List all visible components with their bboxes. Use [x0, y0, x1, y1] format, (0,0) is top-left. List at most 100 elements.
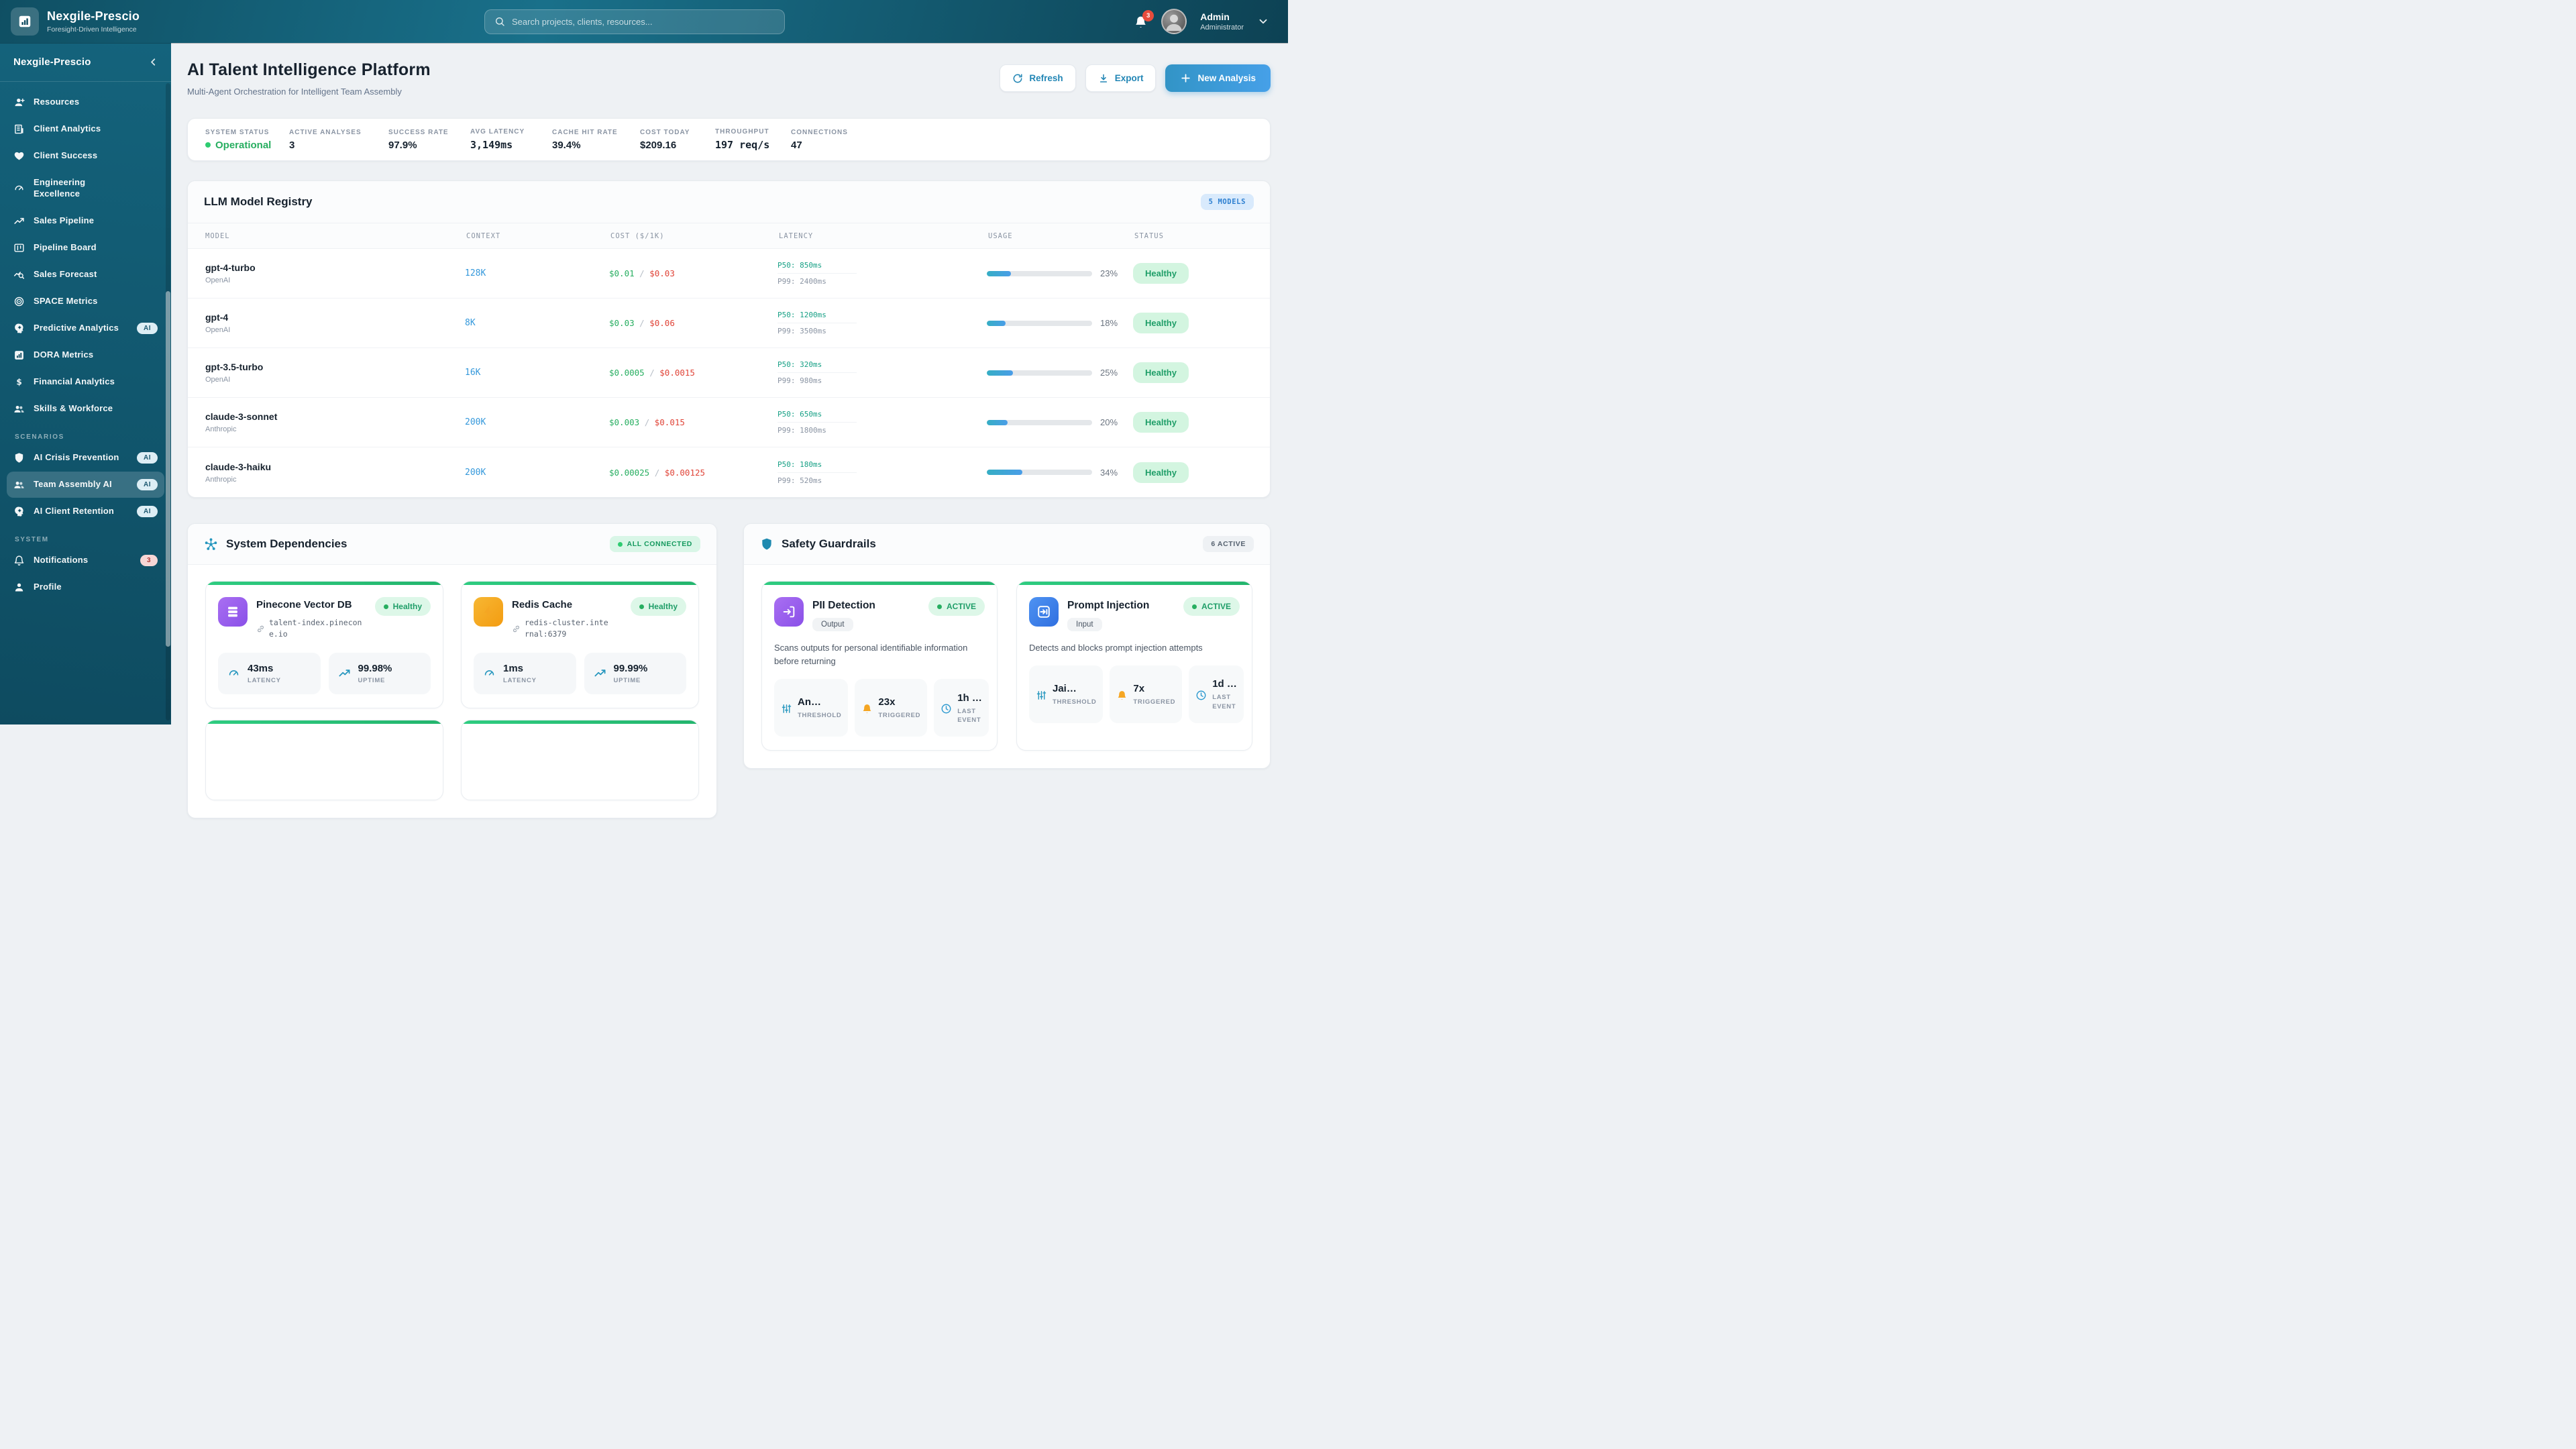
- bolt-icon: [474, 597, 503, 627]
- bell-icon: [13, 555, 25, 566]
- guardrail-name: Prompt Injection: [1067, 600, 1150, 611]
- model-name: claude-3-sonnet: [205, 411, 278, 422]
- triggered-metric: 7x TRIGGERED: [1110, 665, 1183, 724]
- usage-bar: [987, 370, 1092, 376]
- search-input[interactable]: [512, 17, 775, 27]
- status-badge: Healthy: [1133, 313, 1189, 333]
- model-latency: P50: 180ms P99: 520ms: [777, 460, 987, 485]
- trend-up-icon: [338, 667, 351, 680]
- metric-active-analyses: ACTIVE ANALYSES 3: [289, 128, 362, 151]
- model-context: 128K: [465, 268, 486, 278]
- metric-throughput: THROUGHPUT 197 req/s: [715, 128, 770, 151]
- user-info[interactable]: Admin Administrator: [1200, 11, 1244, 32]
- sidebar-item-team-assembly-ai[interactable]: Team Assembly AI AI: [7, 471, 164, 498]
- building-icon: [13, 123, 25, 135]
- active-count-badge: 6 ACTIVE: [1203, 536, 1254, 552]
- users-icon: [13, 403, 25, 415]
- registry-title: LLM Model Registry: [204, 195, 313, 208]
- guardrail-card-pii-detection[interactable]: PII Detection Output ACTIVE Scans output…: [761, 581, 998, 751]
- sidebar-item-predictive-analytics[interactable]: Predictive Analytics AI: [7, 315, 164, 341]
- sidebar-item-sales-pipeline[interactable]: Sales Pipeline: [7, 208, 164, 234]
- sidebar-item-space-metrics[interactable]: SPACE Metrics: [7, 288, 164, 315]
- status-badge: Healthy: [1133, 412, 1189, 433]
- brand-tagline: Foresight-Driven Intelligence: [47, 25, 137, 34]
- ai-head-icon: [13, 506, 25, 517]
- notifications-bell-icon[interactable]: 3: [1134, 9, 1155, 29]
- guardrail-description: Detects and blocks prompt injection atte…: [1029, 643, 1203, 653]
- metric-success-rate: SUCCESS RATE 97.9%: [388, 128, 449, 151]
- dependency-card-redis[interactable]: Redis Cache redis-cluster.internal:6379 …: [461, 581, 699, 708]
- table-row[interactable]: claude-3-sonnet Anthropic 200K $0.003 / $…: [188, 398, 1270, 447]
- sidebar-item-ai-client-retention[interactable]: AI Client Retention AI: [7, 498, 164, 525]
- usage-bar: [987, 320, 1092, 326]
- sidebar-item-profile[interactable]: Profile: [7, 574, 164, 600]
- model-latency: P50: 1200ms P99: 3500ms: [777, 311, 987, 335]
- sidebar-item-client-success[interactable]: Client Success: [7, 143, 164, 169]
- model-count-badge: 5 MODELS: [1200, 194, 1254, 210]
- gauge-icon: [483, 667, 496, 680]
- table-row[interactable]: gpt-3.5-turbo OpenAI 16K $0.0005 / $0.001…: [188, 348, 1270, 398]
- avatar[interactable]: [1161, 9, 1187, 34]
- sidebar-collapse-button[interactable]: [148, 56, 159, 68]
- table-row[interactable]: gpt-4 OpenAI 8K $0.03 / $0.06 P50: 1200ms…: [188, 299, 1270, 348]
- user-role: Administrator: [1200, 23, 1244, 32]
- plus-icon: [1180, 72, 1191, 84]
- last-event-metric: 1h … LAST EVENT: [934, 679, 989, 737]
- global-search[interactable]: [484, 9, 785, 34]
- export-button[interactable]: Export: [1085, 64, 1157, 92]
- database-icon: [218, 597, 248, 627]
- ai-head-icon: [13, 323, 25, 334]
- table-row[interactable]: claude-3-haiku Anthropic 200K $0.00025 / …: [188, 447, 1270, 497]
- brand-logo-icon: [11, 7, 39, 36]
- refresh-icon: [1012, 72, 1023, 83]
- model-context: 8K: [465, 318, 476, 328]
- healthy-badge: Healthy: [630, 597, 686, 616]
- main-content: AI Talent Intelligence Platform Multi-Ag…: [171, 43, 1288, 818]
- guardrail-name: PII Detection: [812, 600, 875, 611]
- model-usage: 34%: [987, 468, 1133, 478]
- guardrail-card-prompt-injection[interactable]: Prompt Injection Input ACTIVE Detects an…: [1016, 581, 1252, 751]
- sidebar-item-ai-crisis-prevention[interactable]: AI Crisis Prevention AI: [7, 445, 164, 471]
- ai-badge: AI: [137, 322, 158, 334]
- status-bar: SYSTEM STATUS Operational ACTIVE ANALYSE…: [187, 118, 1271, 161]
- page-subtitle: Multi-Agent Orchestration for Intelligen…: [187, 87, 402, 97]
- status-badge: Healthy: [1133, 263, 1189, 284]
- status-badge: Healthy: [1133, 362, 1189, 383]
- model-usage: 23%: [987, 268, 1133, 278]
- model-context: 200K: [465, 467, 486, 478]
- guardrail-scope-tag: Output: [812, 618, 853, 631]
- sidebar-scrollbar-thumb[interactable]: [166, 291, 170, 647]
- sidebar-scrollbar[interactable]: [166, 83, 170, 720]
- sidebar-item-notifications[interactable]: Notifications 3: [7, 547, 164, 574]
- refresh-button[interactable]: Refresh: [1000, 64, 1076, 92]
- shield-icon: [13, 452, 25, 464]
- sidebar-item-pipeline-board[interactable]: Pipeline Board: [7, 235, 164, 261]
- sidebar-item-resources[interactable]: Resources: [7, 89, 164, 115]
- guardrail-description: Scans outputs for personal identifiable …: [774, 643, 968, 667]
- sidebar-section-system: SYSTEM: [15, 535, 49, 543]
- model-usage: 18%: [987, 318, 1133, 328]
- sidebar-item-financial-analytics[interactable]: Financial Analytics: [7, 369, 164, 395]
- system-dependencies-panel: System Dependencies ALL CONNECTED Pineco…: [187, 523, 717, 818]
- sidebar-item-engineering-excellence[interactable]: Engineering Excellence: [7, 170, 164, 207]
- sliders-icon: [1036, 690, 1047, 701]
- threshold-metric: Jai… THRESHOLD: [1029, 665, 1104, 724]
- new-analysis-button[interactable]: New Analysis: [1165, 64, 1271, 92]
- table-row[interactable]: gpt-4-turbo OpenAI 128K $0.01 / $0.03 P50…: [188, 249, 1270, 299]
- notifications-count-badge: 3: [140, 554, 158, 566]
- dependency-card-pinecone[interactable]: Pinecone Vector DB talent-index.pinecone…: [205, 581, 443, 708]
- brand-title: Nexgile-Prescio: [47, 9, 140, 23]
- sidebar-item-dora-metrics[interactable]: DORA Metrics: [7, 342, 164, 368]
- usage-bar: [987, 270, 1092, 276]
- sidebar-section-scenarios: SCENARIOS: [15, 433, 64, 441]
- sidebar-item-client-analytics[interactable]: Client Analytics: [7, 116, 164, 142]
- sidebar-item-sales-forecast[interactable]: Sales Forecast: [7, 262, 164, 288]
- user-menu-chevron-down-icon[interactable]: [1257, 15, 1269, 28]
- output-exit-icon: [774, 597, 804, 627]
- sidebar-item-skills-workforce[interactable]: Skills & Workforce: [7, 396, 164, 422]
- latency-metric: 1ms LATENCY: [474, 652, 576, 694]
- link-icon: [512, 623, 521, 635]
- status-badge: Healthy: [1133, 462, 1189, 483]
- chart-search-icon: [13, 269, 25, 280]
- page-title: AI Talent Intelligence Platform: [187, 60, 431, 79]
